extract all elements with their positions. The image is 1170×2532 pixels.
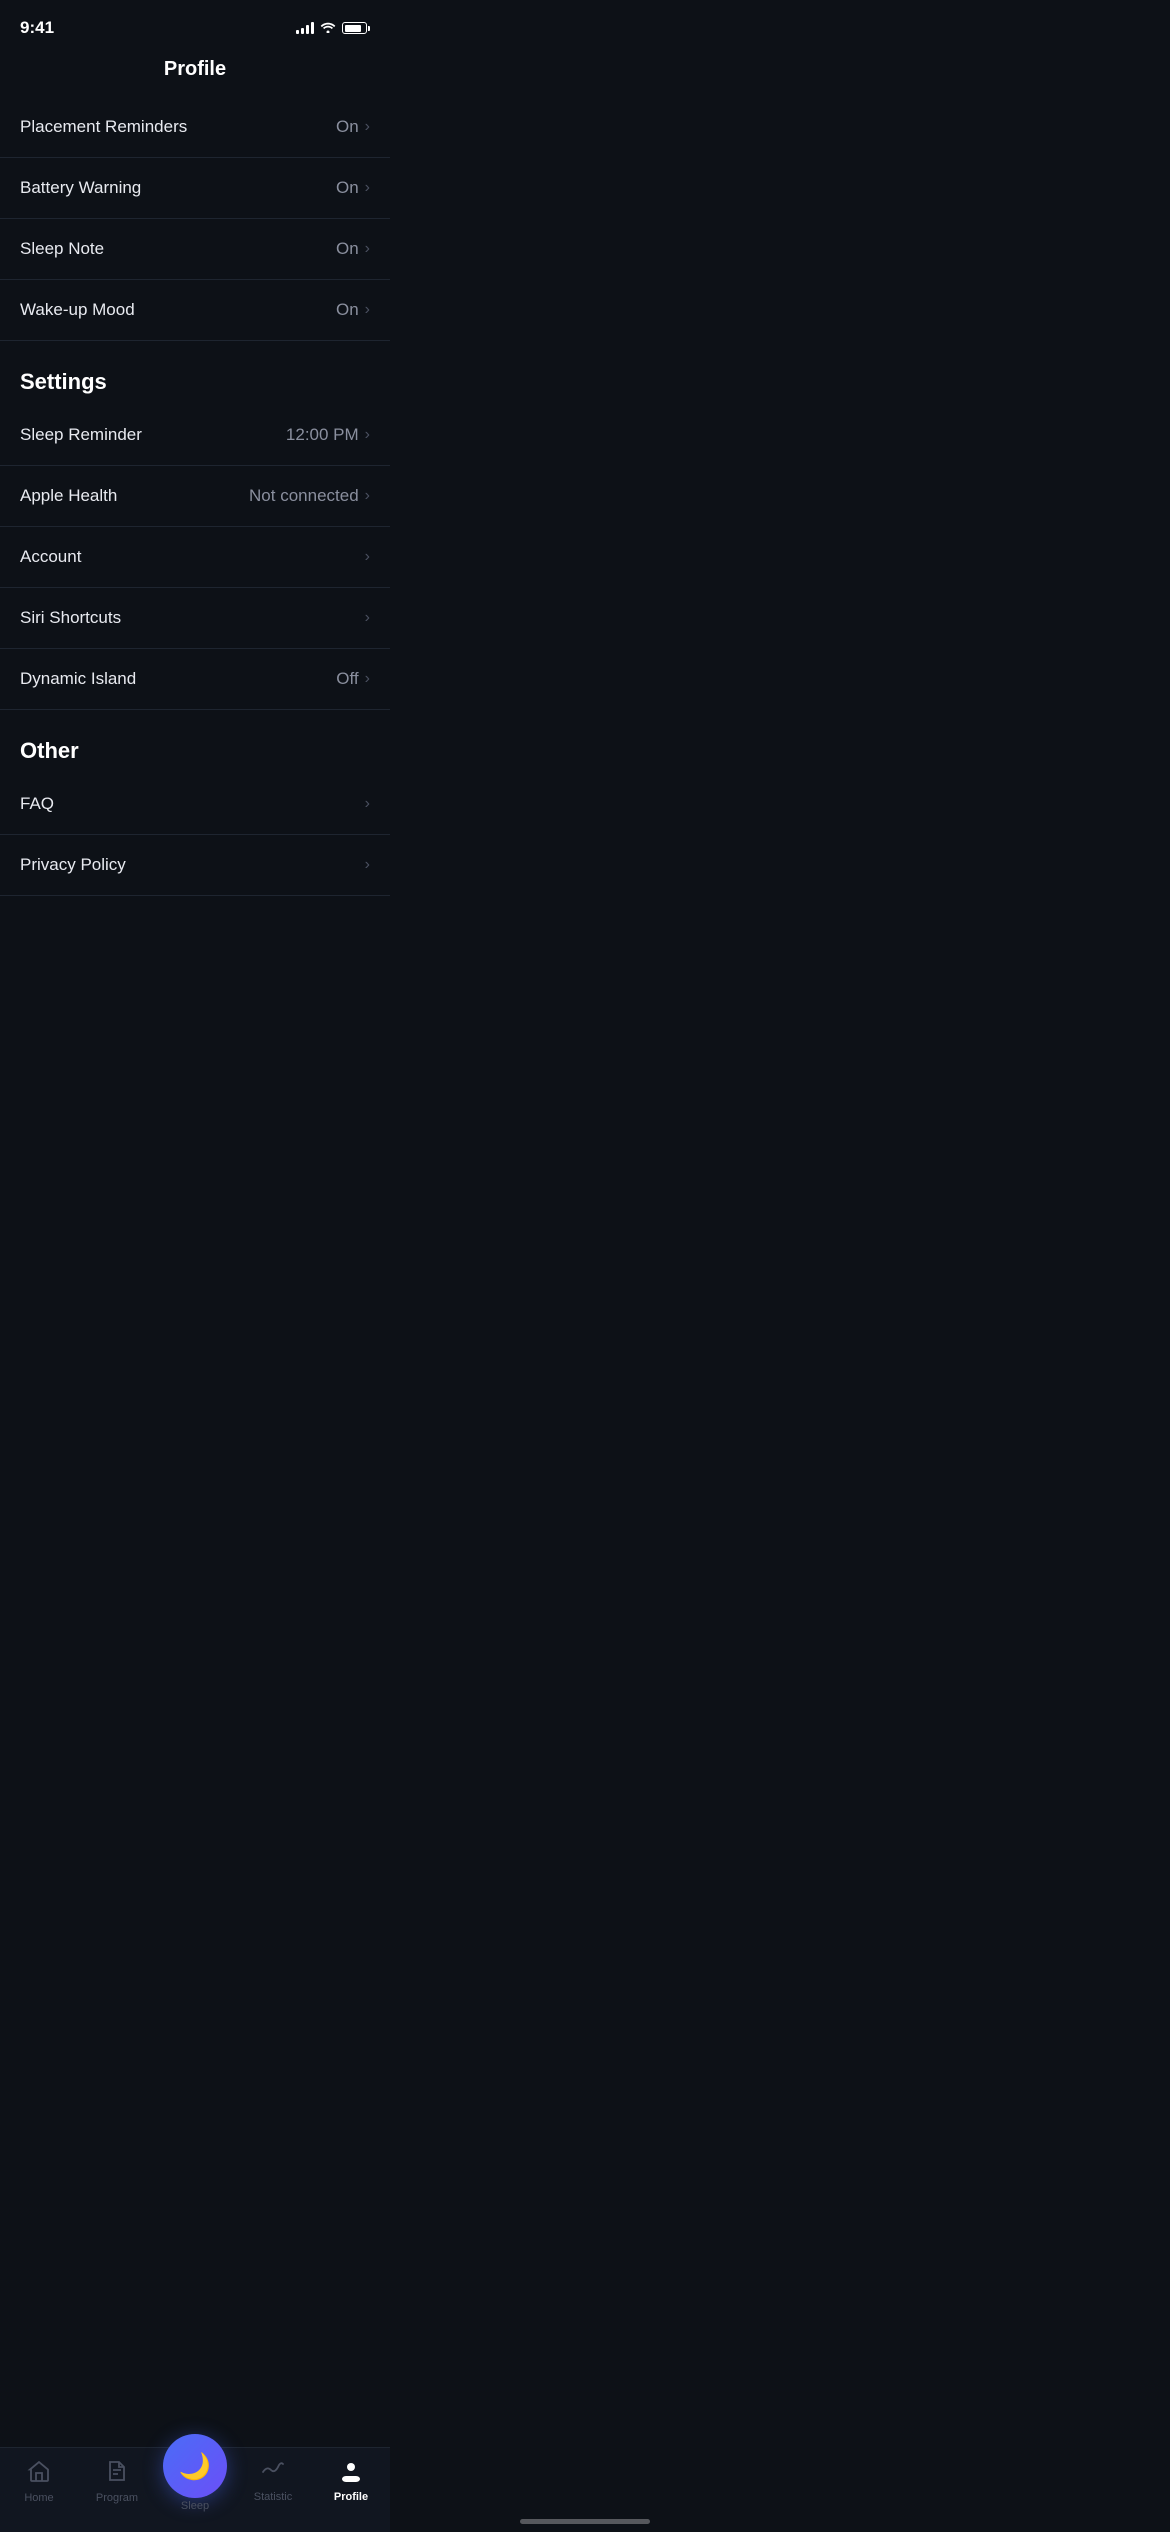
apple-health-chevron-icon: › xyxy=(365,487,370,505)
siri-shortcuts-value: › xyxy=(365,609,370,627)
account-label: Account xyxy=(20,547,81,567)
wifi-icon xyxy=(320,20,336,36)
sleep-circle-button[interactable]: 🌙 xyxy=(163,2434,227,2498)
dynamic-island-chevron-icon: › xyxy=(365,670,370,688)
tab-sleep-label: Sleep xyxy=(181,2500,209,2512)
faq-label: FAQ xyxy=(20,794,54,814)
tab-program-label: Program xyxy=(96,2492,138,2504)
placement-reminders-label: Placement Reminders xyxy=(20,117,187,137)
settings-items-list: Sleep Reminder 12:00 PM › Apple Health N… xyxy=(0,405,390,710)
faq-value: › xyxy=(365,795,370,813)
sleep-note-item[interactable]: Sleep Note On › xyxy=(0,219,390,280)
tab-program[interactable]: Program xyxy=(78,2456,156,2504)
wake-up-mood-item[interactable]: Wake-up Mood On › xyxy=(0,280,390,341)
privacy-policy-label: Privacy Policy xyxy=(20,855,126,875)
status-time: 9:41 xyxy=(20,18,54,38)
profile-icon xyxy=(339,2460,363,2487)
settings-section-title: Settings xyxy=(20,369,107,394)
tab-statistic[interactable]: Statistic xyxy=(234,2456,312,2503)
other-section-title: Other xyxy=(20,738,79,763)
dynamic-island-label: Dynamic Island xyxy=(20,669,136,689)
tab-profile-label: Profile xyxy=(334,2491,368,2503)
tab-statistic-label: Statistic xyxy=(254,2491,293,2503)
privacy-policy-value: › xyxy=(365,856,370,874)
battery-warning-value: On › xyxy=(336,178,370,198)
sleep-note-chevron-icon: › xyxy=(365,240,370,258)
page-title: Profile xyxy=(0,50,390,97)
wake-up-mood-value: On › xyxy=(336,300,370,320)
account-item[interactable]: Account › xyxy=(0,527,390,588)
home-indicator xyxy=(520,2519,650,2524)
sleep-note-value: On › xyxy=(336,239,370,259)
home-icon xyxy=(27,2460,51,2488)
dynamic-island-value: Off › xyxy=(336,669,370,689)
status-bar: 9:41 xyxy=(0,0,390,50)
tab-home[interactable]: Home xyxy=(0,2456,78,2504)
content-scroll: Placement Reminders On › Battery Warning… xyxy=(0,97,390,986)
apple-health-item[interactable]: Apple Health Not connected › xyxy=(0,466,390,527)
tab-bar: Home Program 🌙 Sleep Statistic xyxy=(0,2447,390,2532)
siri-shortcuts-chevron-icon: › xyxy=(365,609,370,627)
faq-item[interactable]: FAQ › xyxy=(0,774,390,835)
account-chevron-icon: › xyxy=(365,548,370,566)
wake-up-mood-label: Wake-up Mood xyxy=(20,300,135,320)
wake-up-mood-chevron-icon: › xyxy=(365,301,370,319)
tab-sleep[interactable]: 🌙 Sleep xyxy=(156,2434,234,2512)
dynamic-island-item[interactable]: Dynamic Island Off › xyxy=(0,649,390,710)
account-value: › xyxy=(365,548,370,566)
signal-bars-icon xyxy=(296,22,314,34)
battery-warning-item[interactable]: Battery Warning On › xyxy=(0,158,390,219)
settings-section-header: Settings xyxy=(0,341,390,405)
other-section-header: Other xyxy=(0,710,390,774)
tab-home-label: Home xyxy=(24,2492,53,2504)
battery-warning-label: Battery Warning xyxy=(20,178,141,198)
placement-reminders-value: On › xyxy=(336,117,370,137)
sleep-reminder-item[interactable]: Sleep Reminder 12:00 PM › xyxy=(0,405,390,466)
placement-reminders-chevron-icon: › xyxy=(365,118,370,136)
apple-health-label: Apple Health xyxy=(20,486,117,506)
statistic-icon xyxy=(261,2460,285,2487)
sleep-reminder-chevron-icon: › xyxy=(365,426,370,444)
status-icons xyxy=(296,20,370,36)
sleep-moon-icon: 🌙 xyxy=(179,2451,211,2482)
sleep-reminder-label: Sleep Reminder xyxy=(20,425,142,445)
privacy-policy-chevron-icon: › xyxy=(365,856,370,874)
siri-shortcuts-item[interactable]: Siri Shortcuts › xyxy=(0,588,390,649)
battery-icon xyxy=(342,22,370,34)
battery-warning-chevron-icon: › xyxy=(365,179,370,197)
other-items-list: FAQ › Privacy Policy › xyxy=(0,774,390,896)
siri-shortcuts-label: Siri Shortcuts xyxy=(20,608,121,628)
placement-reminders-item[interactable]: Placement Reminders On › xyxy=(0,97,390,158)
sleep-note-label: Sleep Note xyxy=(20,239,104,259)
sleep-reminder-value: 12:00 PM › xyxy=(286,425,370,445)
privacy-policy-item[interactable]: Privacy Policy › xyxy=(0,835,390,896)
program-icon xyxy=(106,2460,128,2488)
notification-items-list: Placement Reminders On › Battery Warning… xyxy=(0,97,390,341)
tab-profile[interactable]: Profile xyxy=(312,2456,390,2503)
apple-health-value: Not connected › xyxy=(249,486,370,506)
faq-chevron-icon: › xyxy=(365,795,370,813)
